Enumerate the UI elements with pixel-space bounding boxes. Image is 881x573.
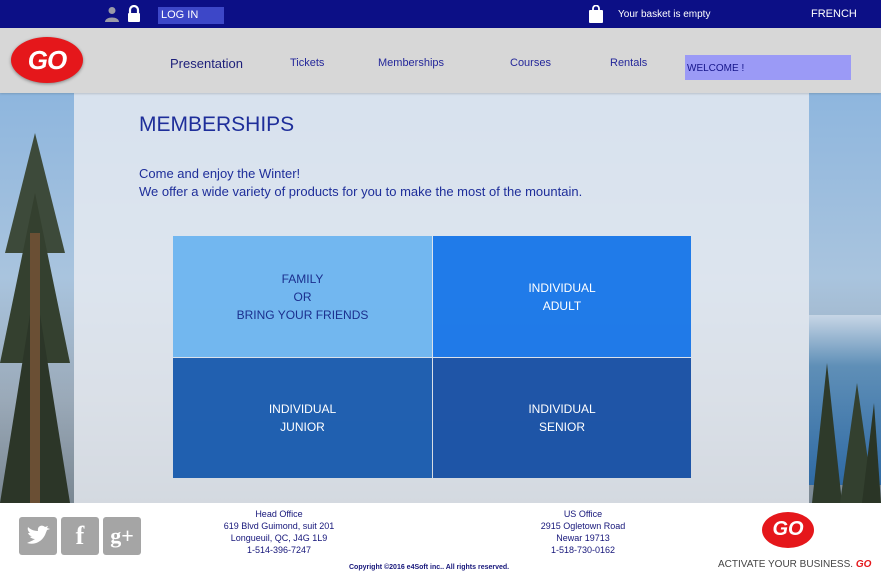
membership-tile-family[interactable]: FAMILY OR BRING YOUR FRIENDS	[173, 236, 432, 357]
intro-line-2: We offer a wide variety of products for …	[139, 184, 583, 199]
lock-icon	[128, 5, 140, 22]
membership-tile-junior[interactable]: INDIVIDUAL JUNIOR	[173, 358, 432, 478]
head-office-phone: 1-514-396-7247	[246, 545, 312, 555]
head-office-info: Head Office 619 Blvd Guimond, suit 201 L…	[212, 508, 346, 556]
tile-family-line-3: BRING YOUR FRIENDS	[236, 307, 369, 322]
us-office-title: US Office	[563, 509, 603, 519]
facebook-icon[interactable]: f	[61, 517, 99, 555]
intro-line-1: Come and enjoy the Winter!	[139, 166, 301, 181]
us-office-phone: 1-518-730-0162	[550, 545, 616, 555]
footer-go-logo[interactable]: GO	[762, 512, 814, 548]
tile-adult-line-2: ADULT	[542, 298, 582, 313]
us-office-line-2: Newar 19713	[556, 533, 610, 543]
tile-adult-line-1: INDIVIDUAL	[528, 280, 596, 295]
tile-family-line-2: OR	[293, 289, 312, 304]
tile-senior-line-1: INDIVIDUAL	[528, 402, 596, 416]
us-office-line-1: 2915 Ogletown Road	[540, 521, 626, 531]
us-office-info: US Office 2915 Ogletown Road Newar 19713…	[519, 508, 647, 556]
basket-status[interactable]: Your basket is empty	[618, 9, 710, 20]
nav-presentation[interactable]: Presentation	[170, 56, 243, 71]
head-office-line-1: 619 Blvd Guimond, suit 201	[223, 521, 335, 531]
nav-courses[interactable]: Courses	[510, 57, 551, 69]
tagline-brand: GO	[855, 559, 872, 570]
logo-text: GO	[27, 45, 67, 75]
go-logo[interactable]: GO	[11, 37, 83, 83]
tagline-text: ACTIVATE YOUR BUSINESS.	[718, 559, 854, 570]
user-icon[interactable]	[104, 6, 120, 22]
nav-rentals[interactable]: Rentals	[610, 57, 647, 69]
google-plus-icon[interactable]: g+	[103, 517, 141, 555]
head-office-title: Head Office	[255, 509, 303, 519]
tile-senior-line-2: SENIOR	[538, 420, 585, 434]
welcome-box[interactable]: WELCOME !	[685, 55, 851, 80]
footer-logo-text: GO	[772, 518, 804, 540]
membership-tile-senior[interactable]: INDIVIDUAL SENIOR	[433, 358, 691, 478]
tile-family-line-1: FAMILY	[281, 271, 324, 286]
tile-junior-line-2: JUNIOR	[280, 420, 325, 434]
login-button[interactable]: LOG IN	[158, 7, 224, 24]
footer: f g+ Head Office 619 Blvd Guimond, suit …	[0, 503, 881, 573]
tagline: ACTIVATE YOUR BUSINESS. GO	[718, 559, 871, 570]
nav-memberships[interactable]: Memberships	[378, 57, 444, 69]
twitter-icon[interactable]	[19, 517, 57, 555]
pine-tree-left	[0, 133, 70, 503]
page-title: MEMBERSHIPS	[139, 113, 295, 136]
tile-junior-line-1: INDIVIDUAL	[268, 402, 337, 416]
pine-trees-right	[812, 363, 881, 503]
main-navbar: GO Presentation Tickets Memberships Cour…	[0, 28, 881, 93]
membership-tile-adult[interactable]: INDIVIDUAL ADULT	[433, 236, 691, 357]
shopping-bag-icon[interactable]	[588, 5, 604, 23]
top-bar: LOG IN Your basket is empty FRENCH	[0, 0, 881, 28]
copyright-text: Copyright ©2016 e4Soft inc.. All rights …	[349, 564, 510, 571]
language-link[interactable]: FRENCH	[811, 8, 857, 20]
head-office-line-2: Longueuil, QC, J4G 1L9	[230, 533, 328, 543]
nav-tickets[interactable]: Tickets	[290, 57, 324, 69]
intro-text: Come and enjoy the Winter! We offer a wi…	[139, 165, 582, 201]
